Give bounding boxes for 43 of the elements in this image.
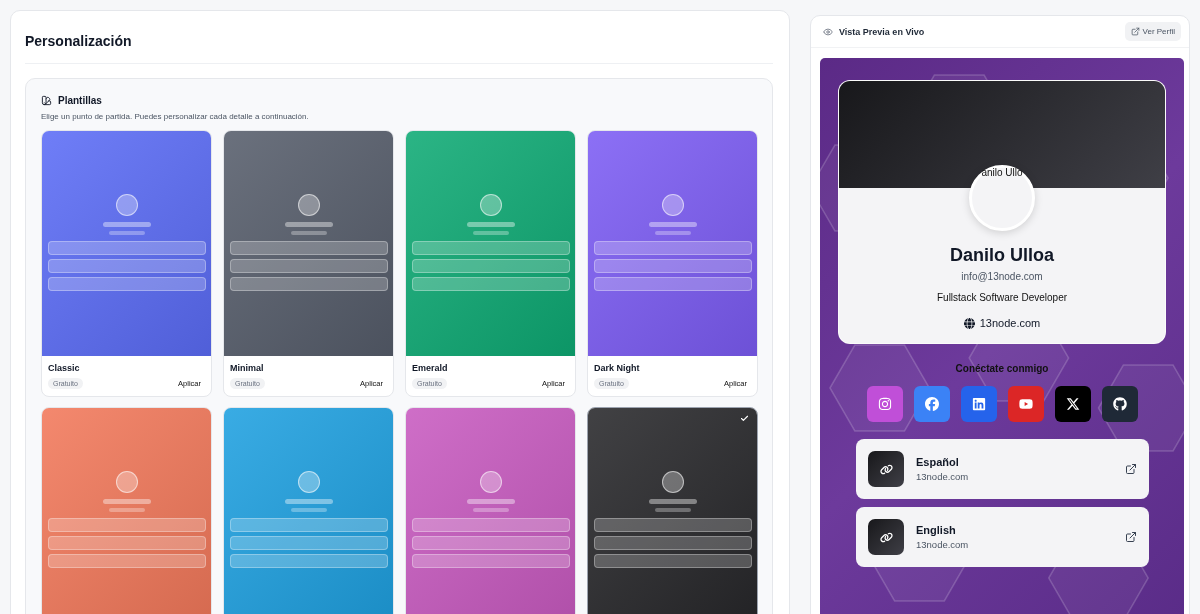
view-profile-button[interactable]: Ver Perfil <box>1124 22 1181 41</box>
link-url: 13node.com <box>916 539 970 550</box>
avatar-alt-text: anilo Ullo <box>981 167 1023 180</box>
youtube-button[interactable] <box>1007 386 1044 422</box>
profile-email: info@13node.com <box>961 271 1043 282</box>
instagram-button[interactable] <box>866 386 903 422</box>
linkedin-button[interactable] <box>960 386 997 422</box>
linkedin-icon <box>971 397 986 411</box>
link-url: 13node.com <box>916 471 970 482</box>
link-title: Español <box>916 456 960 468</box>
template-name: Minimal <box>230 363 265 373</box>
social-title: Conéctate conmigo <box>954 363 1050 374</box>
profile-role: Fullstack Software Developer <box>936 292 1068 303</box>
external-link-icon <box>1125 531 1137 543</box>
github-button[interactable] <box>1101 386 1138 422</box>
facebook-button[interactable] <box>913 386 950 422</box>
external-link-icon <box>1125 463 1137 475</box>
globe-icon <box>963 317 975 329</box>
link-card[interactable]: Español 13node.com <box>856 439 1149 499</box>
x-icon <box>1065 397 1080 411</box>
link-card[interactable]: English 13node.com <box>856 507 1149 567</box>
template-name: Classic <box>48 363 81 373</box>
section-title: Plantillas <box>58 95 102 106</box>
link-title: English <box>916 524 957 536</box>
profile-website: 13node.com <box>979 317 1041 329</box>
youtube-icon <box>1018 397 1033 411</box>
eye-icon <box>823 26 833 37</box>
palette-icon <box>41 95 52 106</box>
link-icon <box>868 519 904 555</box>
template-name: Emerald <box>412 363 449 373</box>
preview-title: Vista Previa en Vivo <box>839 26 925 37</box>
x-button[interactable] <box>1054 386 1091 422</box>
github-icon <box>1112 397 1127 411</box>
check-icon <box>740 414 749 423</box>
instagram-icon <box>877 397 892 411</box>
template-card[interactable] <box>587 407 758 614</box>
template-name: Dark Night <box>594 363 641 373</box>
profile-name: Danilo Ulloa <box>950 245 1054 266</box>
section-description: Elige un punto de partida. Puedes personalizar cada detalle a continuación. <box>41 112 310 121</box>
facebook-icon <box>924 397 939 411</box>
external-link-icon <box>1130 27 1140 36</box>
panel-title: Personalización <box>25 31 773 64</box>
link-icon <box>868 451 904 487</box>
